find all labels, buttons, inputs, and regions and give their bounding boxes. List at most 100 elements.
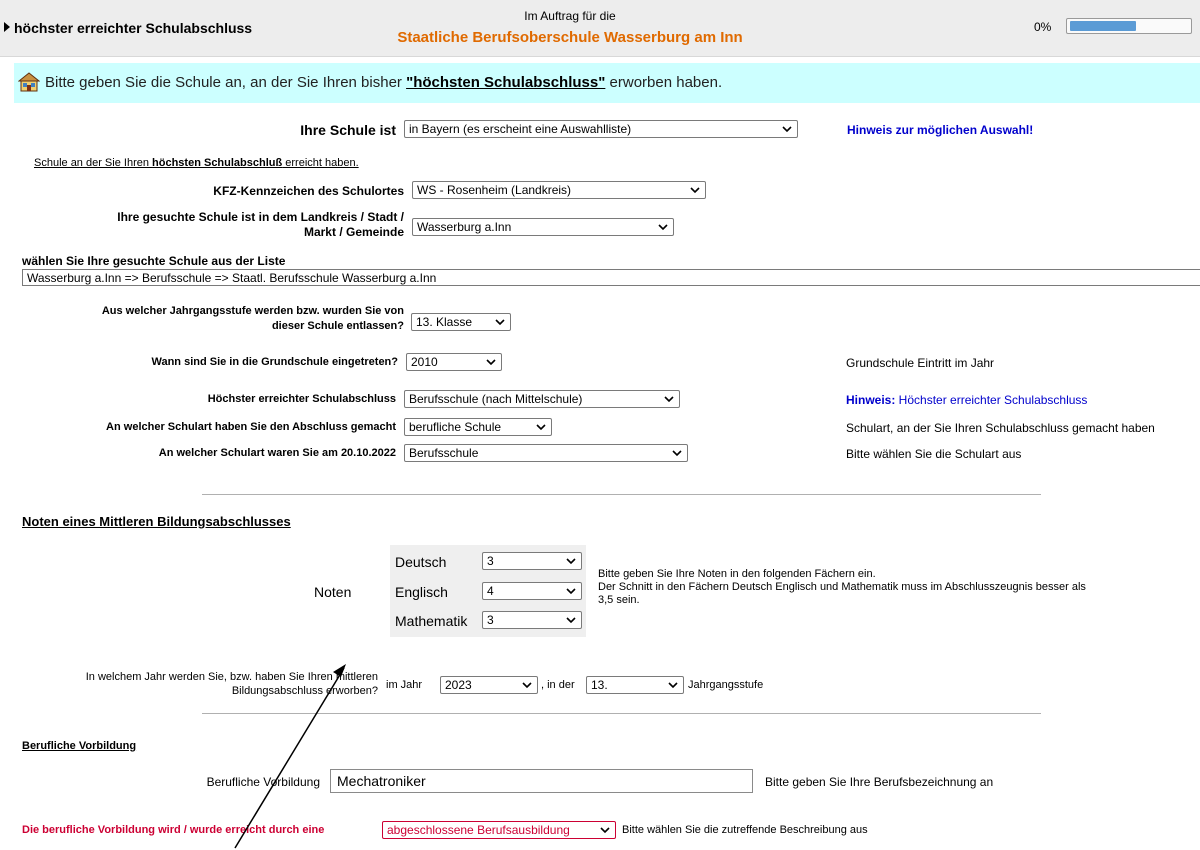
subnote-before: Schule an der Sie Ihren bbox=[34, 157, 153, 169]
school-type-select[interactable]: berufliche Schule bbox=[404, 418, 552, 436]
grade-value: 3 bbox=[487, 613, 494, 627]
school-hint-link[interactable]: Hinweis zur möglichen Auswahl! bbox=[847, 123, 1033, 137]
chevron-down-icon bbox=[600, 827, 610, 834]
kfz-select[interactable]: WS - Rosenheim (Landkreis) bbox=[412, 181, 706, 199]
instruction-before: Bitte geben Sie die Schule an, an der Si… bbox=[45, 74, 407, 91]
year-question-line2: Bildungsabschluss erworben? bbox=[231, 685, 378, 697]
level-suffix: Jahrgangsstufe bbox=[688, 679, 764, 691]
subject-name: Mathematik bbox=[395, 613, 468, 629]
commission-text: Im Auftrag für die bbox=[524, 9, 616, 23]
chevron-down-icon bbox=[566, 558, 576, 565]
chevron-down-icon bbox=[782, 126, 792, 133]
grade-level-line1: Aus welcher Jahrgangsstufe werden bzw. w… bbox=[101, 305, 404, 317]
section-title: höchster erreichter Schulabschluss bbox=[14, 20, 253, 36]
chevron-down-icon bbox=[566, 617, 576, 624]
grade-level-select[interactable]: 13. Klasse bbox=[411, 313, 511, 331]
vocational-input[interactable]: Mechatroniker bbox=[330, 769, 753, 793]
year-question-line1: In welchem Jahr werden Sie, bzw. haben S… bbox=[85, 671, 378, 683]
kfz-value: WS - Rosenheim (Landkreis) bbox=[417, 183, 572, 197]
district-label-line2: Markt / Gemeinde bbox=[303, 225, 404, 239]
instruction-after: erworben haben. bbox=[605, 74, 723, 91]
primary-school-label: Wann sind Sie in die Grundschule eingetr… bbox=[151, 356, 398, 368]
kfz-label: KFZ-Kennzeichen des Schulortes bbox=[213, 184, 404, 198]
grades-label: Noten bbox=[314, 584, 352, 600]
school-list-label: wählen Sie Ihre gesuchte Schule aus der … bbox=[22, 254, 286, 268]
grades-note: Bitte geben Sie Ihre Noten in den folgen… bbox=[598, 568, 1198, 607]
vocational-section-title: Berufliche Vorbildung bbox=[22, 740, 137, 752]
chevron-down-icon bbox=[522, 682, 532, 689]
grade-level-value: 13. Klasse bbox=[416, 315, 473, 329]
chevron-down-icon bbox=[658, 224, 668, 231]
district-label-line1: Ihre gesuchte Schule ist in dem Landkrei… bbox=[117, 210, 404, 224]
in-der-text: , in der bbox=[541, 679, 575, 691]
school-location-value: in Bayern (es erscheint eine Auswahllist… bbox=[409, 122, 632, 136]
school-location-select[interactable]: in Bayern (es erscheint eine Auswahllist… bbox=[404, 120, 798, 138]
school-on-date-label: An welcher Schulart waren Sie am 20.10.2… bbox=[158, 447, 396, 459]
school-name: Staatliche Berufsoberschule Wasserburg a… bbox=[397, 29, 743, 46]
divider bbox=[202, 713, 1041, 714]
school-list-value: Wasserburg a.Inn => Berufsschule => Staa… bbox=[27, 271, 437, 285]
school-list-select[interactable]: Wasserburg a.Inn => Berufsschule => Staa… bbox=[22, 269, 1200, 286]
chevron-down-icon bbox=[486, 359, 496, 366]
instruction-highlight: "höchsten Schulabschluss" bbox=[406, 74, 606, 91]
highest-degree-hint[interactable]: Hinweis: Höchster erreichter Schulabschl… bbox=[846, 393, 1087, 407]
vocational-achieved-note: Bitte wählen Sie die zutreffende Beschre… bbox=[622, 824, 868, 836]
divider bbox=[202, 494, 1041, 495]
highest-degree-select[interactable]: Berufsschule (nach Mittelschule) bbox=[404, 390, 680, 408]
progress-text: 0% bbox=[1034, 20, 1052, 34]
highest-degree-label: Höchster erreichter Schulabschluss bbox=[207, 393, 396, 405]
school-on-date-select[interactable]: Berufsschule bbox=[404, 444, 688, 462]
chevron-down-icon bbox=[536, 424, 546, 431]
subnote-bold: höchsten Schulabschluß bbox=[152, 157, 283, 169]
grade-mathematik-select[interactable]: 3 bbox=[482, 611, 582, 629]
chevron-down-icon bbox=[668, 682, 678, 689]
grade-deutsch-select[interactable]: 3 bbox=[482, 552, 582, 570]
progress-fill bbox=[1070, 21, 1136, 31]
subject-name: Deutsch bbox=[395, 554, 447, 570]
chevron-down-icon bbox=[495, 319, 505, 326]
chevron-down-icon bbox=[664, 396, 674, 403]
vocational-achieved-select[interactable]: abgeschlossene Berufsausbildung bbox=[382, 821, 616, 839]
primary-year-select[interactable]: 2010 bbox=[406, 353, 502, 371]
grade-level-label: Aus welcher Jahrgangsstufe werden bzw. w… bbox=[30, 304, 404, 334]
graduation-level-select[interactable]: 13. bbox=[586, 676, 684, 694]
vocational-achieved-label: Die berufliche Vorbildung wird / wurde e… bbox=[22, 824, 325, 836]
school-building-icon bbox=[18, 72, 40, 92]
school-type-label: An welcher Schulart haben Sie den Abschl… bbox=[106, 421, 396, 433]
vocational-achieved-value: abgeschlossene Berufsausbildung bbox=[387, 823, 570, 837]
highest-degree-value: Berufsschule (nach Mittelschule) bbox=[409, 392, 583, 406]
graduation-level-value: 13. bbox=[591, 678, 608, 692]
grade-value: 3 bbox=[487, 554, 494, 568]
hint-bold: Hinweis: bbox=[846, 393, 896, 407]
grades-section-title: Noten eines Mittleren Bildungsabschlusse… bbox=[22, 514, 291, 529]
grades-note-line1: Bitte geben Sie Ihre Noten in den folgen… bbox=[598, 568, 876, 580]
subject-name: Englisch bbox=[395, 584, 448, 600]
progress-bar bbox=[1066, 18, 1192, 34]
primary-school-note: Grundschule Eintritt im Jahr bbox=[846, 356, 995, 370]
district-select[interactable]: Wasserburg a.Inn bbox=[412, 218, 674, 236]
grade-value: 4 bbox=[487, 584, 494, 598]
expand-triangle-icon[interactable] bbox=[3, 22, 11, 32]
grades-note-line2: Der Schnitt in den Fächern Deutsch Engli… bbox=[598, 581, 1086, 593]
chevron-down-icon bbox=[690, 187, 700, 194]
school-type-value: berufliche Schule bbox=[409, 420, 502, 434]
year-prefix: im Jahr bbox=[386, 679, 423, 691]
vocational-label: Berufliche Vorbildung bbox=[206, 775, 320, 789]
hint-text: Höchster erreichter Schulabschluss bbox=[895, 393, 1088, 407]
school-subnote: Schule an der Sie Ihren höchsten Schulab… bbox=[34, 157, 359, 169]
chevron-down-icon bbox=[672, 450, 682, 457]
school-on-date-value: Berufsschule bbox=[409, 446, 479, 460]
district-label: Ihre gesuchte Schule ist in dem Landkrei… bbox=[40, 210, 404, 240]
graduation-year-select[interactable]: 2023 bbox=[440, 676, 538, 694]
grade-englisch-select[interactable]: 4 bbox=[482, 582, 582, 600]
graduation-year-question: In welchem Jahr werden Sie, bzw. haben S… bbox=[20, 670, 378, 698]
graduation-year-value: 2023 bbox=[445, 678, 472, 692]
vocational-value: Mechatroniker bbox=[337, 773, 426, 789]
instruction-text: Bitte geben Sie die Schule an, an der Si… bbox=[45, 74, 722, 91]
school-label: Ihre Schule ist bbox=[300, 122, 396, 138]
school-on-date-note: Bitte wählen Sie die Schulart aus bbox=[846, 447, 1022, 461]
vocational-note: Bitte geben Sie Ihre Berufsbezeichnung a… bbox=[765, 775, 994, 789]
school-type-note: Schulart, an der Sie Ihren Schulabschlus… bbox=[846, 421, 1155, 435]
district-value: Wasserburg a.Inn bbox=[417, 220, 512, 234]
grade-level-line2: dieser Schule entlassen? bbox=[271, 320, 404, 332]
